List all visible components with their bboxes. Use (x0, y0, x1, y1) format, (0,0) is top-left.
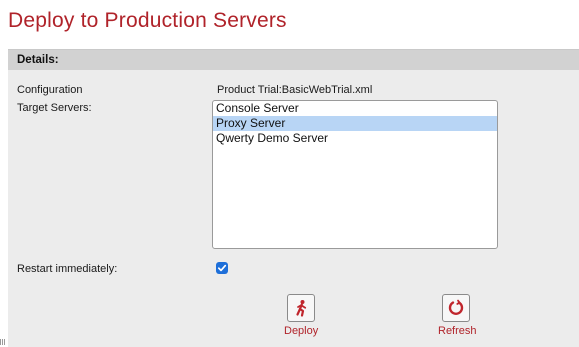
configuration-label: Configuration (17, 84, 83, 96)
details-header-label: Details: (17, 54, 59, 66)
details-panel: Details: Configuration Product Trial:Bas… (8, 49, 579, 347)
restart-immediately-label: Restart immediately: (17, 263, 118, 275)
target-servers-listbox[interactable]: Console Server Proxy Server Qwerty Demo … (212, 100, 498, 249)
checkmark-icon (217, 264, 227, 272)
page-title: Deploy to Production Servers (8, 9, 287, 32)
deploy-label[interactable]: Deploy (284, 325, 318, 337)
refresh-icon (448, 299, 464, 315)
server-option-console[interactable]: Console Server (213, 101, 497, 116)
resize-grip-icon (0, 339, 5, 345)
refresh-button[interactable] (442, 294, 470, 322)
deploy-button[interactable] (287, 294, 315, 322)
server-option-proxy[interactable]: Proxy Server (213, 116, 497, 131)
restart-immediately-checkbox[interactable] (216, 262, 228, 274)
refresh-label[interactable]: Refresh (438, 325, 477, 337)
running-person-icon (296, 300, 307, 317)
server-option-qwerty-demo[interactable]: Qwerty Demo Server (213, 131, 497, 146)
details-header: Details: (8, 50, 579, 70)
configuration-value: Product Trial:BasicWebTrial.xml (217, 84, 373, 96)
target-servers-label: Target Servers: (17, 102, 92, 114)
